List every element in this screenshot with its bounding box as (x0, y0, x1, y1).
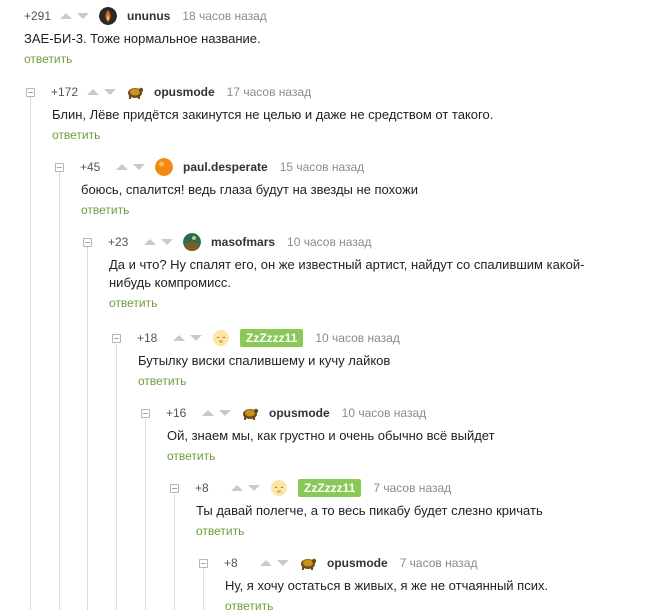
comment-text: Блин, Лёве придётся закинутся не целью и… (52, 107, 494, 122)
reply-link[interactable]: ответить (24, 52, 650, 66)
reply-link[interactable]: ответить (26, 128, 650, 142)
upvote-icon[interactable] (202, 410, 214, 416)
downvote-icon[interactable] (161, 239, 173, 245)
upvote-icon[interactable] (231, 485, 243, 491)
comment: +8 opusmode 7 часов назад Ну, я хочу ост… (199, 551, 650, 613)
comment-text: ЗАЕ-БИ-3. Тоже нормальное название. (24, 31, 261, 46)
comment-rating: +18 (137, 331, 158, 345)
comment-author[interactable]: ununus (127, 9, 170, 23)
comment-author[interactable]: opusmode (154, 85, 215, 99)
comment-header: +18 ZzZzzz11 10 часов назад (112, 326, 650, 350)
sleepy-face-avatar-icon[interactable] (212, 329, 230, 347)
comment-time: 15 часов назад (279, 160, 365, 174)
collapse-toggle[interactable] (141, 408, 150, 418)
comment-rating: +16 (166, 406, 187, 420)
upvote-icon[interactable] (60, 13, 72, 19)
thread-line (30, 96, 31, 610)
downvote-icon[interactable] (248, 485, 260, 491)
comment-author[interactable]: masofmars (211, 235, 275, 249)
comment-time: 18 часов назад (182, 9, 267, 23)
collapse-toggle[interactable] (55, 162, 64, 172)
comment: +23 masofmars 10 часов назад Да и что? Н… (83, 230, 650, 310)
reply-link[interactable]: ответить (141, 449, 650, 463)
downvote-icon[interactable] (219, 410, 231, 416)
comment-text: Ты давай полегче, а то весь пикабу будет… (196, 503, 543, 518)
comment-header: +291 ununus 18 часов назад (24, 4, 650, 28)
upvote-icon[interactable] (260, 560, 272, 566)
comment-header: +16 opusmode 10 часов назад (141, 401, 650, 425)
collapse-toggle[interactable] (112, 333, 121, 343)
collapse-toggle[interactable] (199, 558, 208, 568)
comment-rating: +45 (80, 160, 101, 174)
comment-time: 17 часов назад (226, 85, 312, 99)
comment-header: +8 ZzZzzz11 7 часов назад (170, 476, 650, 500)
comment-time: 7 часов назад (373, 481, 452, 495)
comment-text: Ну, я хочу остаться в живых, я же не отч… (225, 578, 549, 593)
downvote-icon[interactable] (104, 89, 116, 95)
orange-ball-avatar-icon[interactable] (155, 158, 173, 176)
comment-author[interactable]: ZzZzzz11 (298, 479, 362, 497)
sleepy-face-avatar-icon[interactable] (270, 479, 288, 497)
turtle-avatar-icon[interactable] (126, 83, 144, 101)
comment-header: +45 paul.desperate 15 часов назад (55, 155, 650, 179)
upvote-icon[interactable] (87, 89, 99, 95)
upvote-icon[interactable] (173, 335, 185, 341)
downvote-icon[interactable] (133, 164, 145, 170)
comment-text: Да и что? Ну спалят его, он же известный… (109, 257, 585, 290)
reply-link[interactable]: ответить (199, 599, 650, 613)
comment-header: +23 masofmars 10 часов назад (83, 230, 650, 254)
reply-link[interactable]: ответить (112, 374, 650, 388)
turtle-avatar-icon[interactable] (241, 404, 259, 422)
turtle-avatar-icon[interactable] (299, 554, 317, 572)
comment-rating: +172 (51, 85, 79, 99)
comment-author[interactable]: paul.desperate (183, 160, 268, 174)
comment: +8 ZzZzzz11 7 часов назад Ты давай полег… (170, 476, 650, 538)
comment: +16 opusmode 10 часов назад Ой, знаем мы… (141, 401, 650, 463)
downvote-icon[interactable] (190, 335, 202, 341)
comment-rating: +291 (24, 9, 52, 23)
collapse-toggle[interactable] (170, 483, 179, 493)
comment: +172 opusmode 17 часов назад Блин, Лёве … (26, 80, 650, 142)
thread-line (59, 172, 60, 610)
comment-rating: +23 (108, 235, 129, 249)
reply-link[interactable]: ответить (83, 296, 650, 310)
comment: +18 ZzZzzz11 10 часов назад Бутылку виск… (112, 326, 650, 388)
upvote-icon[interactable] (144, 239, 156, 245)
comment-author[interactable]: opusmode (327, 556, 388, 570)
comment-rating: +8 (195, 481, 209, 495)
comment-header: +8 opusmode 7 часов назад (199, 551, 650, 575)
comment-text: Бутылку виски спалившему и кучу лайков (138, 353, 391, 368)
dark-fire-avatar-icon[interactable] (99, 7, 117, 25)
upvote-icon[interactable] (116, 164, 128, 170)
comment-text: Ой, знаем мы, как грустно и очень обычно… (167, 428, 495, 443)
comment-time: 7 часов назад (399, 556, 478, 570)
collapse-toggle[interactable] (83, 237, 92, 247)
collapse-toggle[interactable] (26, 87, 35, 97)
planet-avatar-icon[interactable] (183, 233, 201, 251)
comment-author[interactable]: ZzZzzz11 (240, 329, 304, 347)
comment-text: боюсь, спалится! ведь глаза будут на зве… (81, 182, 419, 197)
downvote-icon[interactable] (77, 13, 89, 19)
comment-time: 10 часов назад (287, 235, 372, 249)
comment: +291 ununus 18 часов назад ЗАЕ-БИ-3. Тож… (24, 4, 650, 66)
comment-thread: +291 ununus 18 часов назад ЗАЕ-БИ-3. Тож… (0, 0, 650, 613)
comment-time: 10 часов назад (315, 331, 400, 345)
reply-link[interactable]: ответить (170, 524, 650, 538)
comment: +45 paul.desperate 15 часов назад боюсь,… (55, 155, 650, 217)
comment-time: 10 часов назад (341, 406, 427, 420)
comment-rating: +8 (224, 556, 238, 570)
comment-author[interactable]: opusmode (269, 406, 330, 420)
reply-link[interactable]: ответить (55, 203, 650, 217)
comment-header: +172 opusmode 17 часов назад (26, 80, 650, 104)
downvote-icon[interactable] (277, 560, 289, 566)
